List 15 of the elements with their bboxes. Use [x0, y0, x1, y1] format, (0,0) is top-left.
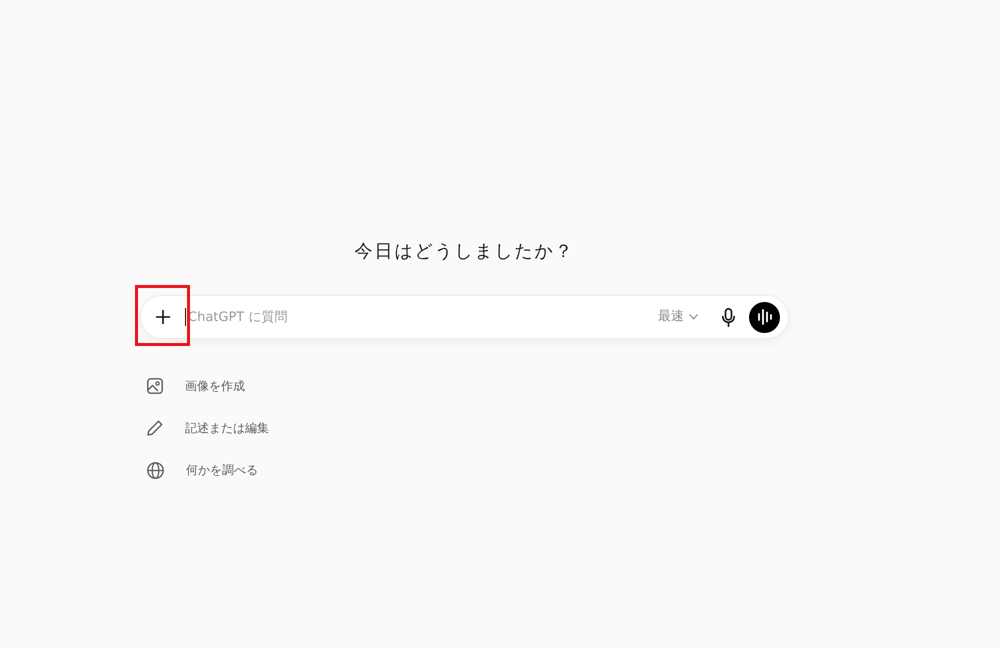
suggestion-item[interactable]: 記述または編集	[140, 407, 269, 449]
globe-icon	[147, 462, 164, 478]
model-dropdown[interactable]: 最速	[654, 305, 702, 329]
chevron-down-icon	[689, 314, 698, 320]
microphone-icon	[722, 308, 734, 326]
suggestion-item[interactable]: 何かを調べる	[140, 449, 258, 491]
highlight-frame	[135, 285, 190, 346]
page-heading: 今日はどうしましたか？	[354, 240, 576, 264]
suggestion-item[interactable]: 画像を作成	[140, 365, 245, 407]
pencil-icon	[147, 420, 163, 436]
voice-mode-button[interactable]	[749, 302, 780, 332]
plus-icon	[156, 310, 170, 324]
sound-wave-icon	[758, 309, 772, 325]
message-input[interactable]: ChatGPT に質問	[186, 306, 606, 328]
image-icon	[147, 378, 163, 394]
